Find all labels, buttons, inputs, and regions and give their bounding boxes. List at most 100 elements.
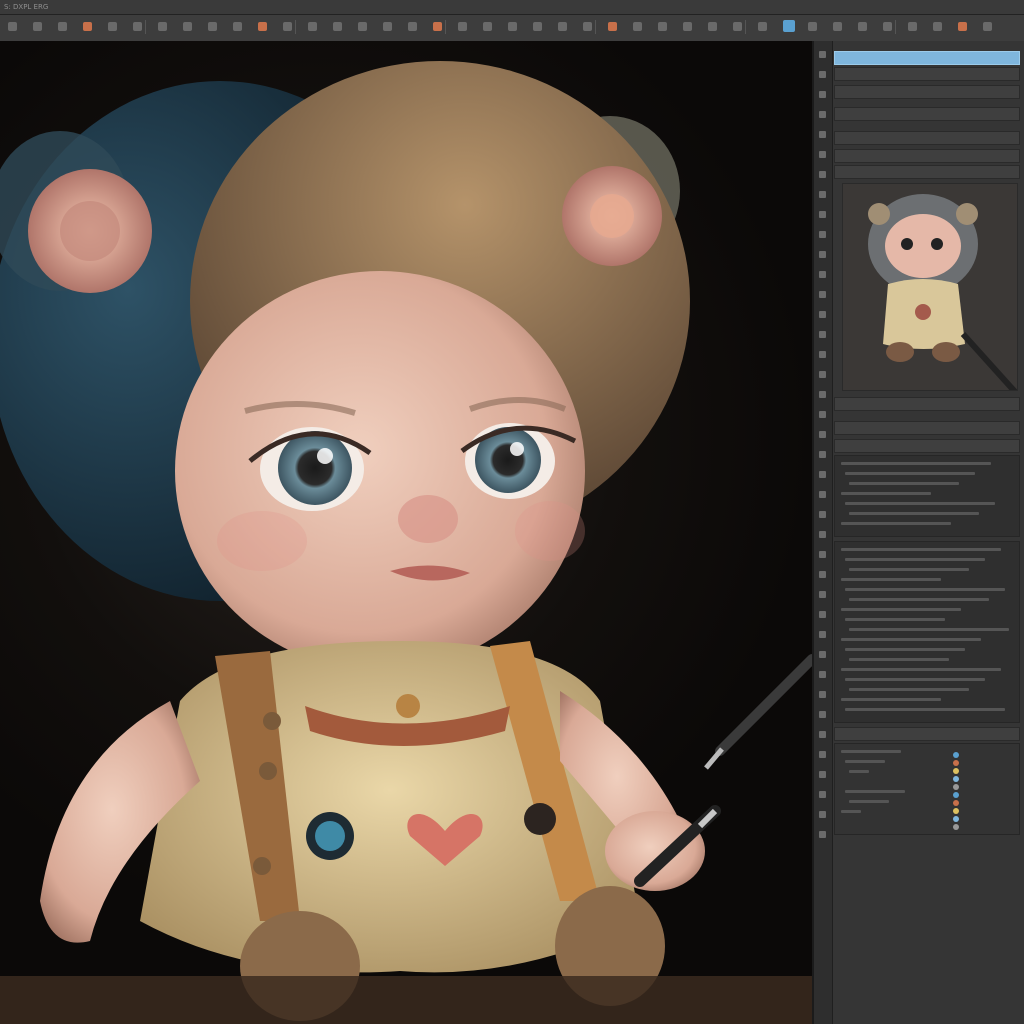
tool-24-button[interactable] — [583, 22, 592, 31]
panel-tool-icon[interactable] — [819, 71, 826, 78]
layer-actions[interactable] — [834, 727, 1020, 741]
panel-control-row[interactable] — [845, 558, 985, 561]
navigator-controls[interactable] — [834, 397, 1020, 411]
panel-tool-icon[interactable] — [819, 711, 826, 718]
panel-tool-icon[interactable] — [819, 431, 826, 438]
panel-tool-icon[interactable] — [819, 271, 826, 278]
panel-control-row[interactable] — [841, 750, 901, 753]
panel-tool-icon[interactable] — [819, 771, 826, 778]
tool-27-button[interactable] — [658, 22, 667, 31]
tool-34-button[interactable] — [833, 22, 842, 31]
panel-tool-icon[interactable] — [819, 691, 826, 698]
panel-control-row[interactable] — [849, 770, 869, 773]
tool-23-button[interactable] — [558, 22, 567, 31]
panel-row-7[interactable] — [834, 439, 1020, 453]
panel-header-selected[interactable] — [834, 51, 1020, 65]
tool-40-button[interactable] — [983, 22, 992, 31]
panel-control-row[interactable] — [849, 658, 949, 661]
panel-tool-icon[interactable] — [819, 251, 826, 258]
tool-32-button[interactable] — [783, 20, 795, 32]
color-swatch[interactable] — [953, 768, 959, 774]
panel-row-6[interactable] — [834, 165, 1020, 179]
color-swatch[interactable] — [953, 776, 959, 782]
panel-tool-icon[interactable] — [819, 391, 826, 398]
panel-tool-icon[interactable] — [819, 751, 826, 758]
color-swatch[interactable] — [953, 824, 959, 830]
color-swatch[interactable] — [953, 800, 959, 806]
panel-control-row[interactable] — [845, 618, 945, 621]
tool-38-button[interactable] — [933, 22, 942, 31]
panel-tool-icon[interactable] — [819, 491, 826, 498]
menu-item-file[interactable]: S: DXPL ERG — [4, 0, 48, 14]
panel-row-1[interactable] — [834, 67, 1020, 81]
panel-tool-icon[interactable] — [819, 591, 826, 598]
tool-22-button[interactable] — [533, 22, 542, 31]
tool-2-button[interactable] — [33, 22, 42, 31]
panel-control-row[interactable] — [841, 522, 951, 525]
panel-tool-icon[interactable] — [819, 831, 826, 838]
panel-tool-icon[interactable] — [819, 511, 826, 518]
panel-tool-icon[interactable] — [819, 211, 826, 218]
tool-37-button[interactable] — [908, 22, 917, 31]
panel-control-row[interactable] — [849, 628, 1009, 631]
panel-tool-icon[interactable] — [819, 331, 826, 338]
tool-13-button[interactable] — [308, 22, 317, 31]
panel-control-row[interactable] — [849, 688, 969, 691]
panel-control-row[interactable] — [849, 800, 889, 803]
panel-control-row[interactable] — [845, 790, 905, 793]
panel-control-row[interactable] — [841, 668, 1001, 671]
tool-31-button[interactable] — [758, 22, 767, 31]
panel-tool-icon[interactable] — [819, 291, 826, 298]
panel-tool-icon[interactable] — [819, 171, 826, 178]
panel-tool-icon[interactable] — [819, 131, 826, 138]
tool-10-button[interactable] — [233, 22, 242, 31]
tool-25-button[interactable] — [608, 22, 617, 31]
tool-26-button[interactable] — [633, 22, 642, 31]
panel-tool-icon[interactable] — [819, 811, 826, 818]
panel-control-row[interactable] — [845, 708, 1005, 711]
panel-tool-icon[interactable] — [819, 51, 826, 58]
panel-tool-icon[interactable] — [819, 231, 826, 238]
panel-tool-icon[interactable] — [819, 731, 826, 738]
tool-18-button[interactable] — [433, 22, 442, 31]
tool-19-button[interactable] — [458, 22, 467, 31]
panel-tool-icon[interactable] — [819, 311, 826, 318]
panel-control-row[interactable] — [841, 548, 1001, 551]
panel-row-5[interactable] — [834, 149, 1020, 163]
color-swatch[interactable] — [953, 792, 959, 798]
tool-3-button[interactable] — [58, 22, 67, 31]
panel-tool-icon[interactable] — [819, 351, 826, 358]
panel-tool-icon[interactable] — [819, 91, 826, 98]
panel-tool-icon[interactable] — [819, 471, 826, 478]
tool-28-button[interactable] — [683, 22, 692, 31]
panel-control-row[interactable] — [841, 810, 861, 813]
panel-tool-icon[interactable] — [819, 411, 826, 418]
tool-36-button[interactable] — [883, 22, 892, 31]
panel-tool-icon[interactable] — [819, 571, 826, 578]
tool-16-button[interactable] — [383, 22, 392, 31]
panel-control-row[interactable] — [845, 472, 975, 475]
tool-35-button[interactable] — [858, 22, 867, 31]
panel-control-row[interactable] — [849, 482, 959, 485]
tool-11-button[interactable] — [258, 22, 267, 31]
panel-control-row[interactable] — [849, 598, 989, 601]
tool-14-button[interactable] — [333, 22, 342, 31]
tool-5-button[interactable] — [108, 22, 117, 31]
tool-21-button[interactable] — [508, 22, 517, 31]
panel-tool-icon[interactable] — [819, 371, 826, 378]
panel-tool-icon[interactable] — [819, 631, 826, 638]
panel-tool-icon[interactable] — [819, 551, 826, 558]
tool-29-button[interactable] — [708, 22, 717, 31]
tool-17-button[interactable] — [408, 22, 417, 31]
navigator-thumbnail[interactable] — [842, 183, 1018, 391]
tool-1-button[interactable] — [8, 22, 17, 31]
tool-12-button[interactable] — [283, 22, 292, 31]
color-swatch[interactable] — [953, 816, 959, 822]
tool-4-button[interactable] — [83, 22, 92, 31]
panel-control-row[interactable] — [841, 698, 941, 701]
panel-control-row[interactable] — [845, 760, 885, 763]
color-swatch[interactable] — [953, 752, 959, 758]
panel-tabs[interactable] — [834, 421, 1020, 435]
document-canvas[interactable] — [0, 41, 812, 1024]
color-swatch[interactable] — [953, 808, 959, 814]
